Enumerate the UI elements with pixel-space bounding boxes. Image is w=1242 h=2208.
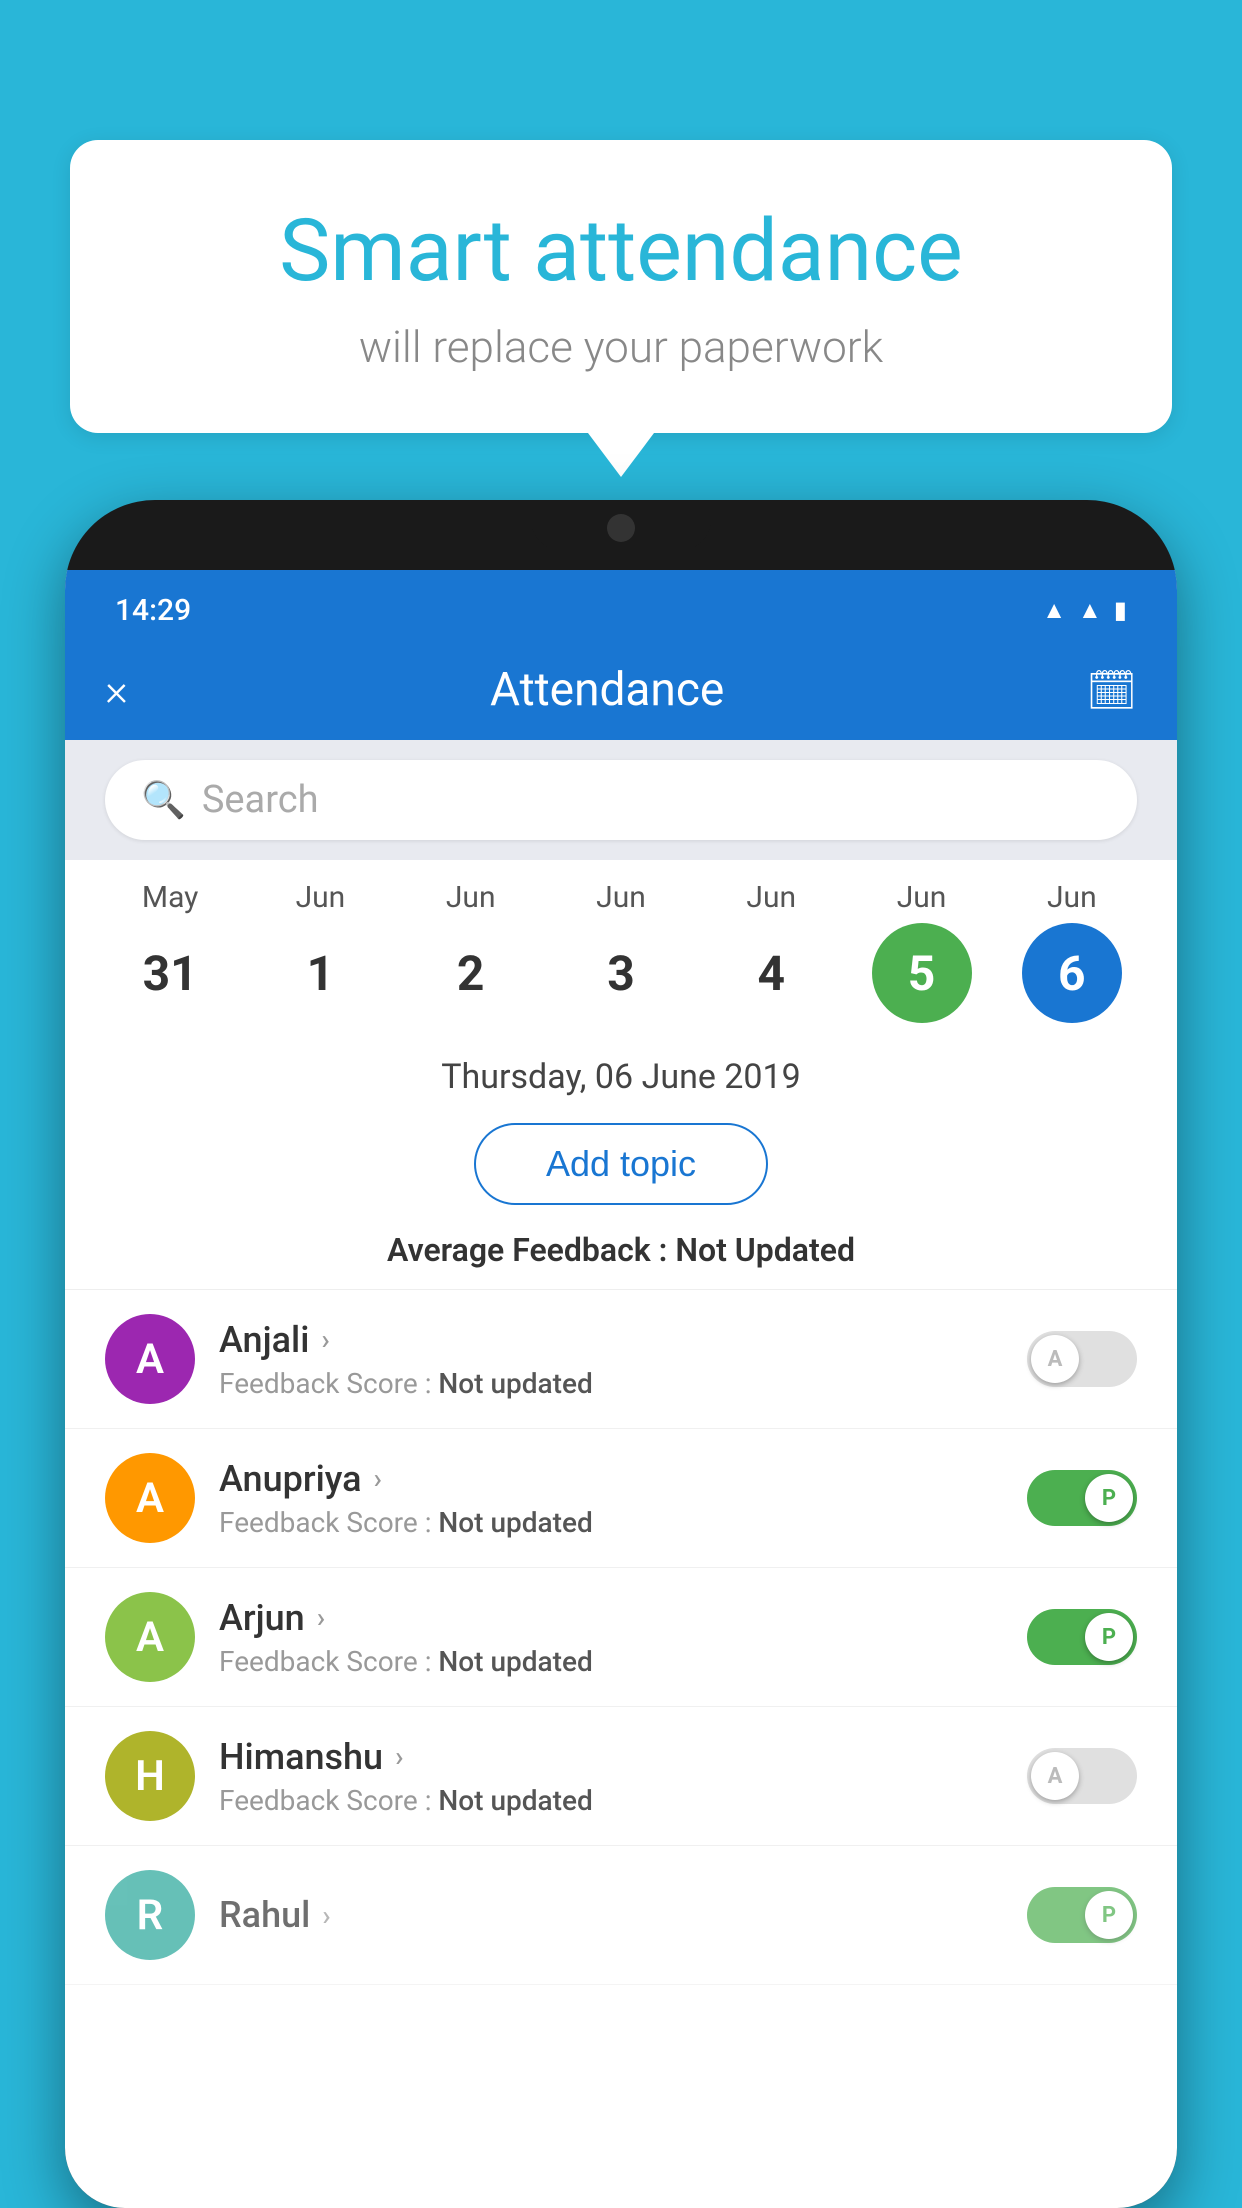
- student-name: Anjali ›: [219, 1319, 1003, 1361]
- avg-feedback-value: Not Updated: [675, 1231, 855, 1269]
- month-4: Jun: [721, 880, 821, 915]
- search-bar[interactable]: 🔍 Search: [105, 760, 1137, 840]
- attendance-toggle[interactable]: P: [1027, 1609, 1137, 1665]
- attendance-toggle[interactable]: A: [1027, 1331, 1137, 1387]
- toggle-knob: A: [1031, 1752, 1079, 1800]
- month-6: Jun: [1022, 880, 1122, 915]
- wifi-icon: ▲: [1042, 596, 1066, 625]
- phone-frame: 14:29 ▲ ▲ ▮ × Attendance 🗓 🔍 Search May …: [65, 500, 1177, 2208]
- student-name: Arjun ›: [219, 1597, 1003, 1639]
- date-months-row: May Jun Jun Jun Jun Jun Jun: [65, 880, 1177, 915]
- phone-notch: [531, 500, 711, 550]
- avatar: A: [105, 1314, 195, 1404]
- avatar: A: [105, 1592, 195, 1682]
- status-bar: 14:29 ▲ ▲ ▮: [65, 570, 1177, 640]
- month-2: Jun: [421, 880, 521, 915]
- calendar-icon[interactable]: 🗓: [1086, 667, 1137, 714]
- chevron-right-icon: ›: [395, 1740, 403, 1773]
- student-info: Rahul ›: [195, 1894, 1027, 1936]
- date-5[interactable]: 5: [872, 923, 972, 1023]
- avatar: A: [105, 1453, 195, 1543]
- student-list: A Anjali › Feedback Score : Not updated …: [65, 1290, 1177, 1985]
- list-item[interactable]: H Himanshu › Feedback Score : Not update…: [65, 1707, 1177, 1846]
- date-selector: May Jun Jun Jun Jun Jun Jun 31 1 2 3 4 5…: [65, 860, 1177, 1033]
- search-container: 🔍 Search: [65, 740, 1177, 860]
- speech-bubble-subtitle: will replace your paperwork: [150, 321, 1092, 373]
- toggle-knob: P: [1085, 1891, 1133, 1939]
- chevron-right-icon: ›: [374, 1462, 382, 1495]
- avg-feedback: Average Feedback : Not Updated: [65, 1221, 1177, 1290]
- avg-feedback-label: Average Feedback :: [387, 1231, 675, 1269]
- toolbar-title: Attendance: [490, 663, 724, 717]
- speech-bubble: Smart attendance will replace your paper…: [70, 140, 1172, 433]
- avatar: H: [105, 1731, 195, 1821]
- student-info: Himanshu › Feedback Score : Not updated: [195, 1736, 1027, 1817]
- student-name: Himanshu ›: [219, 1736, 1003, 1778]
- selected-date-info: Thursday, 06 June 2019: [65, 1033, 1177, 1107]
- selected-date-text: Thursday, 06 June 2019: [441, 1057, 801, 1097]
- attendance-toggle[interactable]: A: [1027, 1748, 1137, 1804]
- student-info: Arjun › Feedback Score : Not updated: [195, 1597, 1027, 1678]
- battery-icon: ▮: [1114, 596, 1127, 624]
- add-topic-container: Add topic: [65, 1107, 1177, 1221]
- feedback-score: Feedback Score : Not updated: [219, 1367, 1003, 1400]
- month-5: Jun: [872, 880, 972, 915]
- signal-icon: ▲: [1078, 596, 1102, 625]
- speech-bubble-title: Smart attendance: [150, 200, 1092, 301]
- toggle-knob: A: [1031, 1335, 1079, 1383]
- feedback-score: Feedback Score : Not updated: [219, 1645, 1003, 1678]
- student-name: Rahul ›: [219, 1894, 1003, 1936]
- student-info: Anupriya › Feedback Score : Not updated: [195, 1458, 1027, 1539]
- date-1[interactable]: 1: [270, 923, 370, 1023]
- search-icon: 🔍: [141, 779, 186, 821]
- close-button[interactable]: ×: [105, 664, 128, 716]
- list-item[interactable]: A Anupriya › Feedback Score : Not update…: [65, 1429, 1177, 1568]
- date-2[interactable]: 2: [421, 923, 521, 1023]
- phone-screen: 14:29 ▲ ▲ ▮ × Attendance 🗓 🔍 Search May …: [65, 570, 1177, 2208]
- add-topic-button[interactable]: Add topic: [474, 1123, 768, 1205]
- toggle-knob: P: [1085, 1474, 1133, 1522]
- date-4[interactable]: 4: [721, 923, 821, 1023]
- search-placeholder: Search: [202, 778, 319, 822]
- date-3[interactable]: 3: [571, 923, 671, 1023]
- list-item[interactable]: A Arjun › Feedback Score : Not updated P: [65, 1568, 1177, 1707]
- attendance-toggle[interactable]: P: [1027, 1470, 1137, 1526]
- chevron-right-icon: ›: [317, 1601, 325, 1634]
- month-3: Jun: [571, 880, 671, 915]
- status-icons: ▲ ▲ ▮: [1042, 596, 1127, 625]
- student-info: Anjali › Feedback Score : Not updated: [195, 1319, 1027, 1400]
- student-name: Anupriya ›: [219, 1458, 1003, 1500]
- month-1: Jun: [270, 880, 370, 915]
- chevron-right-icon: ›: [322, 1899, 330, 1932]
- status-time: 14:29: [115, 593, 191, 628]
- list-item[interactable]: R Rahul › P: [65, 1846, 1177, 1985]
- list-item[interactable]: A Anjali › Feedback Score : Not updated …: [65, 1290, 1177, 1429]
- chevron-right-icon: ›: [321, 1323, 329, 1356]
- avg-feedback-text: Average Feedback : Not Updated: [387, 1231, 855, 1269]
- month-0: May: [120, 880, 220, 915]
- app-toolbar: × Attendance 🗓: [65, 640, 1177, 740]
- feedback-score: Feedback Score : Not updated: [219, 1784, 1003, 1817]
- date-6[interactable]: 6: [1022, 923, 1122, 1023]
- toggle-knob: P: [1085, 1613, 1133, 1661]
- date-numbers-row: 31 1 2 3 4 5 6: [65, 923, 1177, 1023]
- attendance-toggle[interactable]: P: [1027, 1887, 1137, 1943]
- speech-bubble-container: Smart attendance will replace your paper…: [70, 140, 1172, 433]
- feedback-score: Feedback Score : Not updated: [219, 1506, 1003, 1539]
- date-31[interactable]: 31: [120, 923, 220, 1023]
- avatar: R: [105, 1870, 195, 1960]
